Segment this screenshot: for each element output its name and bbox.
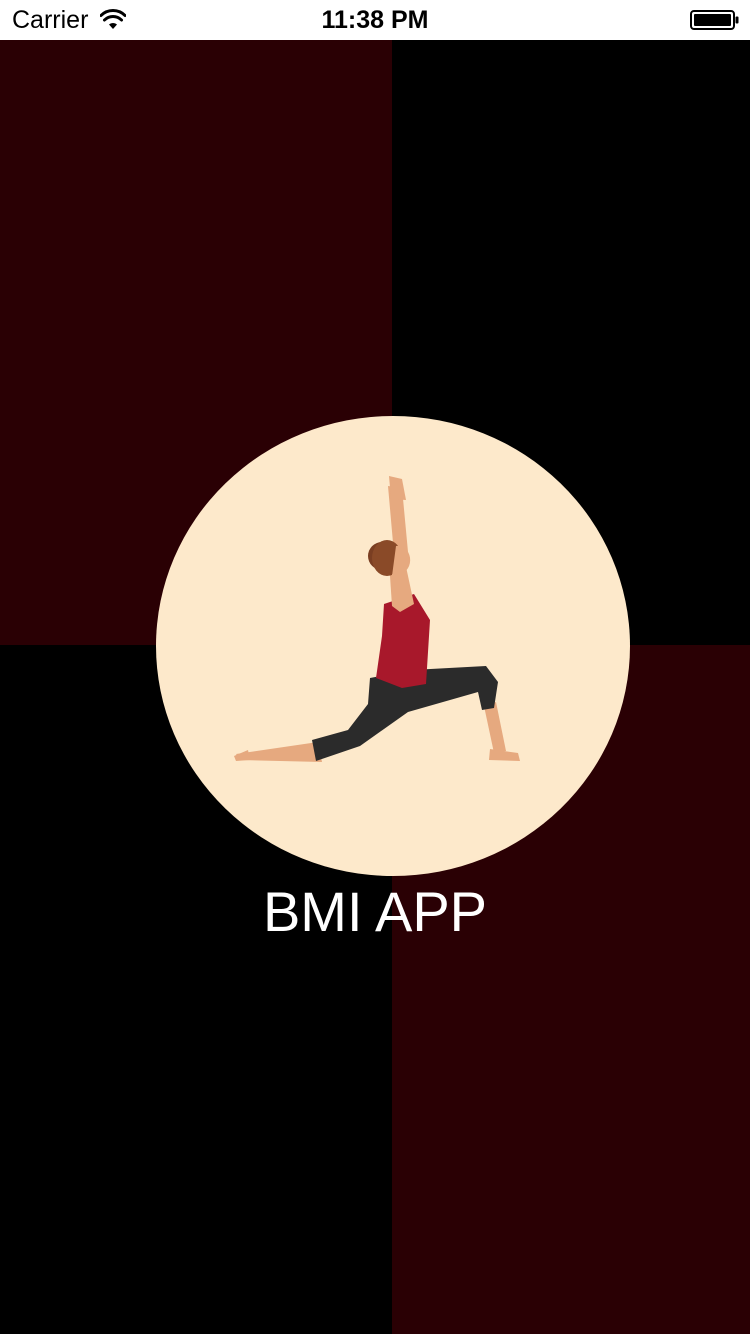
status-bar: Carrier 11:38 PM (0, 0, 750, 40)
yoga-pose-icon (234, 476, 520, 762)
app-title: BMI APP (262, 880, 488, 943)
status-time: 11:38 PM (321, 6, 429, 34)
app-logo (156, 416, 630, 876)
battery-icon (690, 10, 739, 30)
splash-screen: Carrier 11:38 PM BMI APP (0, 0, 750, 1334)
